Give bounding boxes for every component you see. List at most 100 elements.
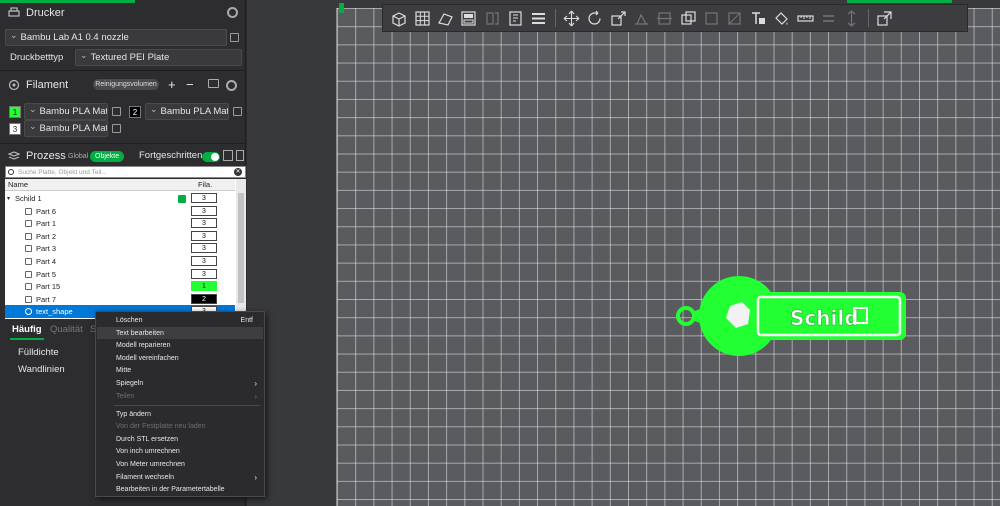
add-filament-button[interactable]: + (168, 77, 176, 92)
text-tool-icon[interactable] (749, 9, 768, 28)
variable-layer-height-icon[interactable] (875, 9, 894, 28)
part-name: Part 5 (36, 269, 57, 279)
menu-item-label: Von inch umrechnen (116, 448, 180, 456)
boolean-icon[interactable] (679, 9, 698, 28)
object-filament-value[interactable]: 3 (191, 193, 217, 203)
filament-sync-icon[interactable] (208, 79, 219, 88)
filament-slot-3-edit-icon[interactable] (112, 124, 121, 133)
part-filament-value[interactable]: 3 (191, 205, 217, 216)
process-list-icon[interactable] (223, 150, 233, 161)
part-row[interactable]: Part 15 1 (5, 280, 235, 293)
assembly-icon[interactable] (819, 9, 838, 28)
3d-viewport[interactable]: Schild (247, 0, 1000, 506)
scrollbar-thumb[interactable] (238, 193, 244, 303)
filament-settings-gear-icon[interactable] (226, 80, 237, 91)
part-filament-value[interactable]: 3 (191, 243, 217, 254)
filament-slot-3-badge[interactable]: 3 (9, 123, 21, 135)
printer-section-title: Drucker (26, 7, 65, 19)
printer-settings-gear-icon[interactable] (227, 7, 238, 18)
flush-volumes-button[interactable]: Reinigungsvolumen (93, 79, 159, 90)
part-icon (25, 232, 32, 240)
part-row[interactable]: Part 2 3 (5, 230, 235, 243)
filament-slot-2-badge[interactable]: 2 (129, 106, 141, 118)
part-row[interactable]: Part 3 3 (5, 242, 235, 255)
column-header-name[interactable]: Name (8, 180, 28, 189)
object-visible-checkbox[interactable] (178, 195, 186, 203)
part-name: Part 15 (36, 282, 61, 292)
part-icon (25, 283, 32, 291)
build-plate-grid[interactable] (336, 8, 1000, 506)
menu-item-simplify-model[interactable]: Modell vereinfachen (97, 352, 263, 365)
menu-item-convert-from-inch[interactable]: Von inch umrechnen (97, 445, 263, 458)
process-compare-icon[interactable] (236, 150, 244, 161)
part-filament-value[interactable]: 3 (191, 230, 217, 241)
add-object-cube-icon[interactable] (389, 9, 408, 28)
rotate-icon[interactable] (585, 9, 604, 28)
menu-item-change-type[interactable]: Typ ändern (97, 408, 263, 421)
tab-quality[interactable]: Qualität (50, 324, 83, 335)
color-paint-bucket-icon[interactable] (772, 9, 791, 28)
expand-caret-icon[interactable]: ▾ (7, 195, 10, 202)
printer-edit-icon[interactable] (230, 33, 239, 42)
cut-icon[interactable] (655, 9, 674, 28)
column-header-filament[interactable]: Fila. (198, 180, 212, 189)
part-filament-value[interactable]: 3 (191, 256, 217, 266)
part-row[interactable]: Part 5 3 (5, 268, 235, 281)
auto-orient-icon[interactable] (436, 9, 455, 28)
menu-item-repair-model[interactable]: Modell reparieren (97, 339, 263, 352)
menu-item-label: Filament wechseln (116, 473, 174, 481)
filament-slot-3-select[interactable]: Bambu PLA Matte (24, 120, 108, 137)
part-row[interactable]: Part 4 3 (5, 255, 235, 268)
part-filament-value[interactable]: 3 (191, 268, 217, 279)
arrange-icon[interactable] (459, 9, 478, 28)
menu-item-center[interactable]: Mitte (97, 364, 263, 377)
menu-item-mirror[interactable]: Spiegeln › (97, 377, 263, 390)
split-objects-icon[interactable] (483, 9, 502, 28)
menu-item-delete[interactable]: Löschen Entf (97, 314, 263, 327)
menu-item-convert-from-meter[interactable]: Von Meter umrechnen (97, 458, 263, 471)
bed-type-select[interactable]: Textured PEI Plate (75, 49, 242, 66)
filament-slot-1-edit-icon[interactable] (112, 107, 121, 116)
object-list-scrollbar[interactable] (236, 179, 246, 319)
keychain-model[interactable]: Schild (674, 270, 914, 362)
support-paint-icon[interactable] (702, 9, 721, 28)
advanced-mode-toggle[interactable] (202, 152, 220, 162)
seam-paint-icon[interactable] (725, 9, 744, 28)
plate-origin-marker (339, 3, 344, 13)
menu-item-replace-with-stl[interactable]: Durch STL ersetzen (97, 433, 263, 446)
move-icon[interactable] (562, 9, 581, 28)
menu-item-change-filament[interactable]: Filament wechseln › (97, 471, 263, 484)
menu-item-edit-text[interactable]: Text bearbeiten (97, 326, 263, 340)
scale-icon[interactable] (609, 9, 628, 28)
split-parts-icon[interactable] (506, 9, 525, 28)
process-objects-tab[interactable]: Objekte (90, 151, 125, 162)
printer-preset-select[interactable]: Bambu Lab A1 0.4 nozzle (5, 29, 227, 46)
align-icon[interactable] (842, 9, 861, 28)
menu-item-edit-in-parameter-table[interactable]: Bearbeiten in der Parametertabelle (97, 483, 263, 496)
object-search-input[interactable]: Suche Platte, Objekt und Teil... (5, 166, 246, 178)
part-filament-value[interactable]: 2 (191, 293, 217, 304)
filament-slot-2-select[interactable]: Bambu PLA Matte (145, 103, 229, 120)
menu-item-split: Teilen › (97, 390, 263, 403)
filament-slot-1-select[interactable]: Bambu PLA Matte (24, 103, 108, 120)
add-plate-grid-icon[interactable] (413, 9, 432, 28)
part-row[interactable]: Part 6 3 (5, 205, 235, 218)
part-icon (25, 245, 32, 253)
part-row[interactable]: Part 1 3 (5, 217, 235, 230)
filament-slot-2-edit-icon[interactable] (233, 107, 242, 116)
printer-section-header: Drucker (0, 2, 246, 24)
menu-shortcut-label: Entf (240, 317, 253, 324)
tab-frequent[interactable]: Häufig (12, 324, 42, 335)
submenu-arrow-icon: › (254, 472, 257, 482)
layers-list-icon[interactable] (529, 9, 548, 28)
object-row-schild[interactable]: ▾ Schild 1 3 (5, 192, 235, 205)
process-global-tab[interactable]: Global (63, 151, 93, 162)
part-filament-value[interactable]: 3 (191, 218, 217, 229)
part-filament-value[interactable]: 1 (191, 281, 217, 292)
remove-filament-button[interactable]: − (186, 77, 194, 92)
part-row[interactable]: Part 7 2 (5, 293, 235, 306)
lay-on-face-icon[interactable] (632, 9, 651, 28)
measure-ruler-icon[interactable] (796, 9, 815, 28)
clear-search-icon[interactable]: ✕ (234, 168, 242, 176)
filament-slot-1-badge[interactable]: 1 (9, 106, 21, 118)
